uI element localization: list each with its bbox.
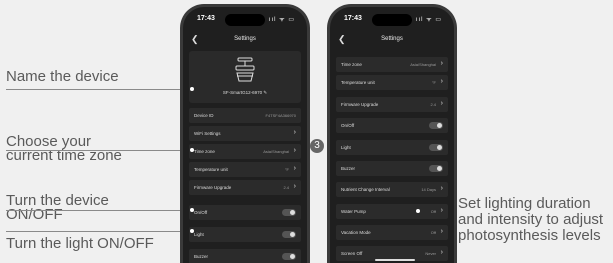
chevron-right-icon: ›: [293, 129, 296, 136]
row-vacation-mode[interactable]: Vacation Mode Off ›: [336, 225, 448, 240]
row-wifi-settings[interactable]: WiFi Settings ›: [189, 126, 301, 141]
row-label: Light: [341, 145, 351, 150]
row-temperature-unit[interactable]: Temperature unit °F ›: [189, 162, 301, 177]
row-label: Vacation Mode: [341, 230, 371, 235]
status-bar: 17:43 ııl ᯤ ▭: [183, 11, 307, 26]
on-off-toggle[interactable]: [429, 122, 443, 129]
row-value: °F: [284, 167, 289, 172]
grow-light-device-icon: [235, 57, 255, 82]
status-bar: 17:43 ııl ᯤ ▭: [330, 11, 454, 26]
row-on-off: On/Off: [189, 205, 301, 220]
row-label: Light: [194, 232, 204, 237]
row-label: Temperature unit: [194, 167, 228, 172]
chevron-right-icon: ›: [440, 249, 443, 256]
row-time-zone[interactable]: Time zone Asia/Shanghai ›: [189, 144, 301, 159]
nav-header: ❮ Settings: [330, 31, 454, 49]
row-label: Firmware Upgrade: [194, 185, 232, 190]
callout-line: [6, 89, 192, 90]
step-number-badge: 3: [310, 139, 324, 153]
chevron-right-icon: ›: [293, 147, 296, 154]
status-time: 17:43: [344, 15, 362, 22]
status-icons: ııl ᯤ ▭: [268, 17, 295, 23]
callout-line: [6, 231, 192, 232]
phone-screen-1: 17:43 ııl ᯤ ▭ ❮ Settings SF-SmartG12-697…: [180, 4, 310, 263]
buzzer-toggle[interactable]: [429, 165, 443, 172]
callout-dot: [190, 148, 194, 152]
row-value: 2.4: [283, 185, 289, 190]
row-device-id: Device ID F4TSF4A366970: [189, 108, 301, 123]
row-firmware-upgrade[interactable]: Firmware Upgrade 2.4 ›: [336, 97, 448, 112]
dynamic-island: [372, 14, 412, 26]
row-on-off: On/Off: [336, 118, 448, 133]
callout-line: [6, 210, 192, 211]
row-value: Off: [430, 209, 436, 214]
row-value: °F: [431, 80, 436, 85]
row-time-zone[interactable]: Time zone Asia/Shanghai ›: [336, 57, 448, 72]
callout-name-device: Name the device: [6, 68, 119, 85]
row-firmware-upgrade[interactable]: Firmware Upgrade 2.4 ›: [189, 180, 301, 195]
chevron-right-icon: ›: [440, 60, 443, 67]
page-title: Settings: [381, 36, 403, 42]
row-temperature-unit[interactable]: Temperature unit °F ›: [336, 75, 448, 90]
callout-dot: [190, 87, 194, 91]
chevron-right-icon: ›: [440, 207, 443, 214]
on-off-toggle[interactable]: [282, 209, 296, 216]
row-buzzer: Buzzer: [189, 249, 301, 263]
chevron-right-icon: ›: [440, 100, 443, 107]
callout-line: [6, 150, 192, 151]
chevron-right-icon: ›: [293, 165, 296, 172]
chevron-right-icon: ›: [440, 185, 443, 192]
row-light: Light: [336, 140, 448, 155]
row-nutrient-change-interval[interactable]: Nutrient Change Interval 14 Days ›: [336, 182, 448, 197]
row-label: Water Pump: [341, 209, 366, 214]
chevron-right-icon: ›: [440, 228, 443, 235]
row-value: 2.4: [430, 102, 436, 107]
device-name-edit[interactable]: SF-SmartG12-6970 ✎: [189, 90, 301, 96]
phone-screen-2: 17:43 ııl ᯤ ▭ ❮ Settings Time zone Asia/…: [327, 4, 457, 263]
row-label: On/Off: [194, 210, 208, 215]
chevron-right-icon: ›: [293, 183, 296, 190]
row-value: F4TSF4A366970: [265, 113, 296, 118]
row-label: Temperature unit: [341, 80, 375, 85]
status-time: 17:43: [197, 15, 215, 22]
nav-header: ❮ Settings: [183, 31, 307, 49]
row-value: Never: [425, 251, 436, 256]
status-icons: ııl ᯤ ▭: [415, 17, 442, 23]
callout-lighting-3: photosynthesis levels: [458, 227, 601, 244]
device-card: SF-SmartG12-6970 ✎: [189, 51, 301, 103]
row-value: Off: [430, 230, 436, 235]
callout-lighting-1: Set lighting duration: [458, 195, 591, 212]
home-indicator: [375, 259, 415, 261]
row-label: Time zone: [194, 149, 215, 154]
row-buzzer: Buzzer: [336, 161, 448, 176]
light-toggle[interactable]: [282, 231, 296, 238]
callout-dot: [416, 209, 420, 213]
buzzer-toggle[interactable]: [282, 253, 296, 260]
row-value: Asia/Shanghai: [263, 149, 289, 154]
row-label: Device ID: [194, 113, 214, 118]
row-label: Buzzer: [341, 166, 356, 171]
callout-dot: [190, 208, 194, 212]
row-label: Time zone: [341, 62, 362, 67]
light-toggle[interactable]: [429, 144, 443, 151]
row-light: Light: [189, 227, 301, 242]
callout-lighting-2: and intensity to adjust: [458, 211, 604, 228]
row-water-pump[interactable]: Water Pump Off ›: [336, 204, 448, 219]
page-title: Settings: [234, 36, 256, 42]
row-label: Buzzer: [194, 254, 209, 259]
row-label: Nutrient Change Interval: [341, 187, 390, 192]
dynamic-island: [225, 14, 265, 26]
row-label: Screen Off: [341, 251, 363, 256]
row-value: 14 Days: [421, 187, 436, 192]
row-label: Firmware Upgrade: [341, 102, 379, 107]
chevron-right-icon: ›: [440, 78, 443, 85]
row-label: WiFi Settings: [194, 131, 221, 136]
callout-turn-light: Turn the light ON/OFF: [6, 235, 154, 252]
callout-dot: [190, 229, 194, 233]
row-label: On/Off: [341, 123, 355, 128]
row-value: Asia/Shanghai: [410, 62, 436, 67]
